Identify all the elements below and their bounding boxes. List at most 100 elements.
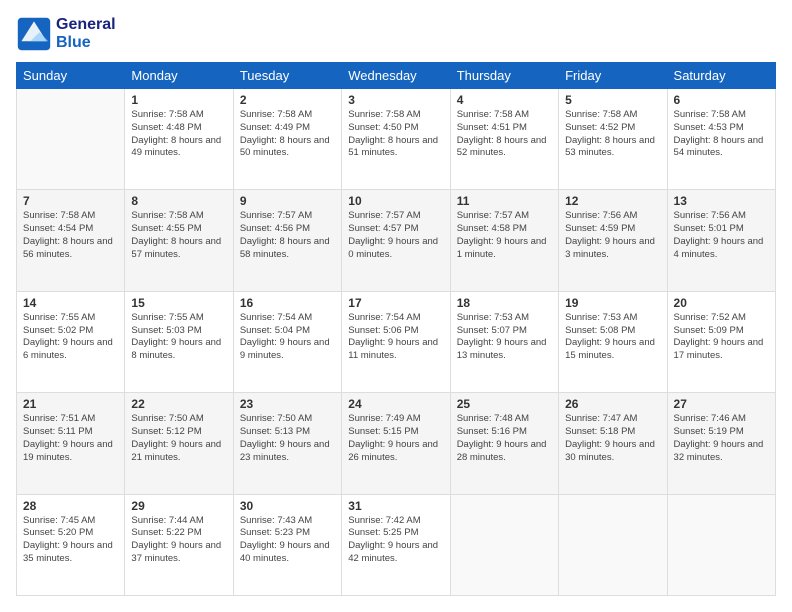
weekday-sunday: Sunday <box>17 63 125 89</box>
day-info: Sunrise: 7:56 AMSunset: 5:01 PMDaylight:… <box>674 210 769 261</box>
calendar-cell: 1 Sunrise: 7:58 AMSunset: 4:48 PMDaylight… <box>125 89 233 190</box>
day-number: 14 <box>23 296 118 310</box>
calendar-cell: 22 Sunrise: 7:50 AMSunset: 5:12 PMDayligh… <box>125 393 233 494</box>
weekday-wednesday: Wednesday <box>342 63 450 89</box>
weekday-header-row: SundayMondayTuesdayWednesdayThursdayFrid… <box>17 63 776 89</box>
day-info: Sunrise: 7:47 AMSunset: 5:18 PMDaylight:… <box>565 413 660 464</box>
day-number: 25 <box>457 397 552 411</box>
weekday-monday: Monday <box>125 63 233 89</box>
calendar-cell: 18 Sunrise: 7:53 AMSunset: 5:07 PMDayligh… <box>450 291 558 392</box>
day-info: Sunrise: 7:46 AMSunset: 5:19 PMDaylight:… <box>674 413 769 464</box>
day-info: Sunrise: 7:50 AMSunset: 5:12 PMDaylight:… <box>131 413 226 464</box>
day-number: 16 <box>240 296 335 310</box>
calendar-cell: 8 Sunrise: 7:58 AMSunset: 4:55 PMDaylight… <box>125 190 233 291</box>
calendar-cell: 28 Sunrise: 7:45 AMSunset: 5:20 PMDayligh… <box>17 494 125 595</box>
calendar-cell <box>667 494 775 595</box>
day-info: Sunrise: 7:43 AMSunset: 5:23 PMDaylight:… <box>240 515 335 566</box>
calendar-cell: 26 Sunrise: 7:47 AMSunset: 5:18 PMDayligh… <box>559 393 667 494</box>
day-number: 28 <box>23 499 118 513</box>
weekday-tuesday: Tuesday <box>233 63 341 89</box>
day-info: Sunrise: 7:48 AMSunset: 5:16 PMDaylight:… <box>457 413 552 464</box>
calendar-table: SundayMondayTuesdayWednesdayThursdayFrid… <box>16 62 776 596</box>
weekday-friday: Friday <box>559 63 667 89</box>
calendar-cell: 20 Sunrise: 7:52 AMSunset: 5:09 PMDayligh… <box>667 291 775 392</box>
logo-text: General Blue <box>56 16 116 52</box>
day-number: 20 <box>674 296 769 310</box>
calendar-cell <box>450 494 558 595</box>
day-info: Sunrise: 7:55 AMSunset: 5:03 PMDaylight:… <box>131 312 226 363</box>
day-info: Sunrise: 7:58 AMSunset: 4:51 PMDaylight:… <box>457 109 552 160</box>
day-number: 31 <box>348 499 443 513</box>
calendar-cell: 17 Sunrise: 7:54 AMSunset: 5:06 PMDayligh… <box>342 291 450 392</box>
day-number: 19 <box>565 296 660 310</box>
day-number: 3 <box>348 93 443 107</box>
day-number: 26 <box>565 397 660 411</box>
day-number: 24 <box>348 397 443 411</box>
week-row-2: 7 Sunrise: 7:58 AMSunset: 4:54 PMDaylight… <box>17 190 776 291</box>
day-info: Sunrise: 7:57 AMSunset: 4:58 PMDaylight:… <box>457 210 552 261</box>
calendar-cell: 19 Sunrise: 7:53 AMSunset: 5:08 PMDayligh… <box>559 291 667 392</box>
day-number: 12 <box>565 194 660 208</box>
day-info: Sunrise: 7:58 AMSunset: 4:49 PMDaylight:… <box>240 109 335 160</box>
day-number: 9 <box>240 194 335 208</box>
day-number: 23 <box>240 397 335 411</box>
day-info: Sunrise: 7:58 AMSunset: 4:55 PMDaylight:… <box>131 210 226 261</box>
week-row-4: 21Sunrise: 7:51 AMSunset: 5:11 PMDayligh… <box>17 393 776 494</box>
day-number: 1 <box>131 93 226 107</box>
calendar-cell: 14 Sunrise: 7:55 AMSunset: 5:02 PMDayligh… <box>17 291 125 392</box>
day-number: 4 <box>457 93 552 107</box>
calendar-cell: 9 Sunrise: 7:57 AMSunset: 4:56 PMDaylight… <box>233 190 341 291</box>
day-number: 5 <box>565 93 660 107</box>
day-info: Sunrise: 7:56 AMSunset: 4:59 PMDaylight:… <box>565 210 660 261</box>
day-number: 15 <box>131 296 226 310</box>
calendar-cell: 2Sunrise: 7:58 AMSunset: 4:49 PMDaylight… <box>233 89 341 190</box>
day-number: 7 <box>23 194 118 208</box>
day-info: Sunrise: 7:55 AMSunset: 5:02 PMDaylight:… <box>23 312 118 363</box>
calendar-cell: 7 Sunrise: 7:58 AMSunset: 4:54 PMDaylight… <box>17 190 125 291</box>
logo: General Blue <box>16 16 116 52</box>
day-info: Sunrise: 7:57 AMSunset: 4:56 PMDaylight:… <box>240 210 335 261</box>
calendar-cell: 21Sunrise: 7:51 AMSunset: 5:11 PMDayligh… <box>17 393 125 494</box>
calendar-cell: 10 Sunrise: 7:57 AMSunset: 4:57 PMDayligh… <box>342 190 450 291</box>
calendar-cell: 4 Sunrise: 7:58 AMSunset: 4:51 PMDaylight… <box>450 89 558 190</box>
calendar-cell: 12 Sunrise: 7:56 AMSunset: 4:59 PMDayligh… <box>559 190 667 291</box>
day-number: 17 <box>348 296 443 310</box>
day-info: Sunrise: 7:54 AMSunset: 5:06 PMDaylight:… <box>348 312 443 363</box>
day-info: Sunrise: 7:53 AMSunset: 5:08 PMDaylight:… <box>565 312 660 363</box>
calendar-cell: 25 Sunrise: 7:48 AMSunset: 5:16 PMDayligh… <box>450 393 558 494</box>
calendar-cell: 29Sunrise: 7:44 AMSunset: 5:22 PMDayligh… <box>125 494 233 595</box>
day-info: Sunrise: 7:57 AMSunset: 4:57 PMDaylight:… <box>348 210 443 261</box>
day-info: Sunrise: 7:44 AMSunset: 5:22 PMDaylight:… <box>131 515 226 566</box>
day-info: Sunrise: 7:42 AMSunset: 5:25 PMDaylight:… <box>348 515 443 566</box>
calendar-cell: 31 Sunrise: 7:42 AMSunset: 5:25 PMDayligh… <box>342 494 450 595</box>
day-number: 8 <box>131 194 226 208</box>
week-row-5: 28 Sunrise: 7:45 AMSunset: 5:20 PMDayligh… <box>17 494 776 595</box>
day-number: 10 <box>348 194 443 208</box>
day-info: Sunrise: 7:58 AMSunset: 4:52 PMDaylight:… <box>565 109 660 160</box>
calendar-cell: 27 Sunrise: 7:46 AMSunset: 5:19 PMDayligh… <box>667 393 775 494</box>
day-number: 27 <box>674 397 769 411</box>
weekday-saturday: Saturday <box>667 63 775 89</box>
day-info: Sunrise: 7:58 AMSunset: 4:54 PMDaylight:… <box>23 210 118 261</box>
day-number: 22 <box>131 397 226 411</box>
day-info: Sunrise: 7:52 AMSunset: 5:09 PMDaylight:… <box>674 312 769 363</box>
calendar-cell <box>559 494 667 595</box>
calendar-cell: 13Sunrise: 7:56 AMSunset: 5:01 PMDayligh… <box>667 190 775 291</box>
calendar-cell: 24 Sunrise: 7:49 AMSunset: 5:15 PMDayligh… <box>342 393 450 494</box>
day-number: 11 <box>457 194 552 208</box>
day-info: Sunrise: 7:54 AMSunset: 5:04 PMDaylight:… <box>240 312 335 363</box>
day-info: Sunrise: 7:49 AMSunset: 5:15 PMDaylight:… <box>348 413 443 464</box>
day-info: Sunrise: 7:50 AMSunset: 5:13 PMDaylight:… <box>240 413 335 464</box>
weekday-thursday: Thursday <box>450 63 558 89</box>
day-info: Sunrise: 7:51 AMSunset: 5:11 PMDaylight:… <box>23 413 118 464</box>
day-info: Sunrise: 7:58 AMSunset: 4:50 PMDaylight:… <box>348 109 443 160</box>
day-number: 18 <box>457 296 552 310</box>
day-info: Sunrise: 7:45 AMSunset: 5:20 PMDaylight:… <box>23 515 118 566</box>
day-info: Sunrise: 7:58 AMSunset: 4:48 PMDaylight:… <box>131 109 226 160</box>
day-info: Sunrise: 7:58 AMSunset: 4:53 PMDaylight:… <box>674 109 769 160</box>
header: General Blue <box>16 16 776 52</box>
day-info: Sunrise: 7:53 AMSunset: 5:07 PMDaylight:… <box>457 312 552 363</box>
day-number: 30 <box>240 499 335 513</box>
calendar-cell: 15 Sunrise: 7:55 AMSunset: 5:03 PMDayligh… <box>125 291 233 392</box>
calendar-cell: 30 Sunrise: 7:43 AMSunset: 5:23 PMDayligh… <box>233 494 341 595</box>
